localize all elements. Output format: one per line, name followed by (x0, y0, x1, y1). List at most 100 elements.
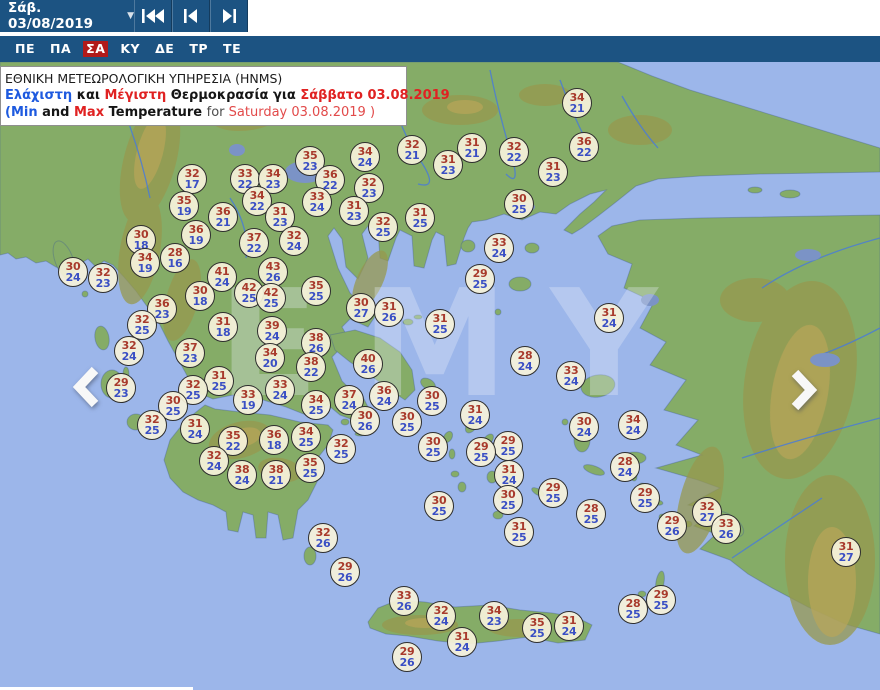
station-temperature-badge: 31 25 (425, 309, 455, 339)
min-temperature: 25 (425, 446, 441, 459)
station-temperature-badge: 30 24 (58, 257, 88, 287)
title-segment: Max (73, 105, 109, 120)
station-temperature-badge: 29 23 (106, 373, 136, 403)
min-temperature: 24 (214, 276, 230, 289)
min-temperature: 19 (137, 262, 153, 275)
station-temperature-badge: 37 22 (239, 228, 269, 258)
station-temperature-badge: 35 25 (301, 276, 331, 306)
station-temperature-badge: 31 25 (405, 203, 435, 233)
day-tab-ΠΑ[interactable]: ΠΑ (47, 41, 74, 58)
title-segment: και (76, 88, 105, 103)
station-temperature-badge: 31 24 (594, 303, 624, 333)
station-temperature-badge: 30 25 (417, 386, 447, 416)
min-temperature: 25 (472, 278, 488, 291)
station-temperature-badge: 30 18 (185, 281, 215, 311)
min-temperature: 24 (309, 201, 325, 214)
station-temperature-badge: 31 24 (447, 627, 477, 657)
min-temperature: 19 (188, 234, 204, 247)
station-temperature-badge: 32 24 (279, 226, 309, 256)
day-tab-ΚΥ[interactable]: ΚΥ (117, 41, 143, 58)
station-temperature-badge: 34 20 (255, 343, 285, 373)
dropdown-caret-icon: ▼ (127, 10, 134, 21)
step-forward-button[interactable] (210, 0, 248, 32)
min-temperature: 25 (500, 445, 516, 458)
min-temperature: 21 (404, 149, 420, 162)
station-temperature-badge: 33 26 (389, 586, 419, 616)
station-temperature-badge: 32 17 (177, 164, 207, 194)
min-temperature: 22 (576, 146, 592, 159)
title-segment: for (206, 105, 229, 120)
min-temperature: 23 (346, 210, 362, 223)
date-dropdown-button[interactable]: Σάβ. 03/08/2019 ▼ (0, 0, 134, 32)
min-temperature: 17 (184, 178, 200, 191)
day-tab-ΤΡ[interactable]: ΤΡ (186, 41, 211, 58)
min-temperature: 21 (268, 474, 284, 487)
station-temperature-badge: 38 24 (227, 460, 257, 490)
station-temperature-badge: 30 25 (418, 432, 448, 462)
day-tab-ΔΕ[interactable]: ΔΕ (152, 41, 177, 58)
title-segment: (Min (5, 105, 43, 120)
min-temperature: 24 (65, 271, 81, 284)
min-temperature: 25 (511, 203, 527, 216)
chevron-right-icon (791, 369, 818, 411)
min-temperature: 24 (272, 389, 288, 402)
min-temperature: 25 (302, 467, 318, 480)
min-temperature: 25 (432, 323, 448, 336)
station-temperature-badge: 32 26 (308, 523, 338, 553)
station-temperature-badge: 34 21 (562, 88, 592, 118)
station-temperature-badge: 36 24 (369, 381, 399, 411)
min-temperature: 24 (563, 375, 579, 388)
day-tab-ΠΕ[interactable]: ΠΕ (12, 41, 38, 58)
step-back-button[interactable] (172, 0, 210, 32)
min-temperature: 25 (653, 599, 669, 612)
title-info-box: ΕΘΝΙΚΗ ΜΕΤΕΩΡΟΛΟΓΙΚΗ ΥΠΗΡΕΣΙΑ (HNMS) Ελά… (0, 66, 450, 126)
station-temperature-badge: 32 23 (88, 263, 118, 293)
day-tab-ΣΑ[interactable]: ΣΑ (83, 40, 109, 58)
min-temperature: 20 (262, 357, 278, 370)
station-temperature-badge: 28 25 (618, 594, 648, 624)
min-temperature: 25 (134, 324, 150, 337)
previous-map-arrow[interactable] (70, 365, 104, 413)
min-temperature: 25 (511, 531, 527, 544)
min-temperature: 23 (182, 352, 198, 365)
min-temperature: 24 (617, 466, 633, 479)
min-temperature: 23 (486, 615, 502, 628)
min-temperature: 26 (360, 363, 376, 376)
station-temperature-badge: 29 25 (630, 483, 660, 513)
min-temperature: 27 (353, 307, 369, 320)
min-temperature: 24 (491, 247, 507, 260)
station-temperature-badge: 40 26 (353, 349, 383, 379)
station-temperature-badge: 31 26 (374, 297, 404, 327)
station-temperature-badge: 37 23 (175, 338, 205, 368)
station-temperature-badge: 42 25 (256, 283, 286, 313)
station-temperature-badge: 31 24 (180, 414, 210, 444)
next-map-arrow[interactable] (786, 368, 820, 416)
station-temperature-badge: 38 22 (296, 352, 326, 382)
station-temperature-badge: 32 24 (199, 446, 229, 476)
min-temperature: 24 (264, 330, 280, 343)
min-temperature: 25 (412, 217, 428, 230)
station-temperature-badge: 33 19 (233, 385, 263, 415)
day-tab-ΤΕ[interactable]: ΤΕ (220, 41, 244, 58)
station-temperature-badge: 31 23 (433, 150, 463, 180)
min-temperature: 24 (376, 395, 392, 408)
station-temperature-badge: 28 24 (610, 452, 640, 482)
min-temperature: 25 (333, 448, 349, 461)
station-temperature-badge: 30 26 (350, 406, 380, 436)
station-temperature-badge: 39 24 (257, 316, 287, 346)
title-segment: and (42, 105, 74, 120)
title-segment: Σάββατο 03.08.2019 (300, 88, 450, 103)
min-temperature: 21 (464, 147, 480, 160)
station-temperature-badge: 28 16 (160, 243, 190, 273)
min-temperature: 25 (500, 499, 516, 512)
station-temperature-badge: 28 25 (576, 499, 606, 529)
title-segment: Saturday 03.08.2019 ) (228, 105, 376, 120)
skip-to-first-button[interactable] (134, 0, 172, 32)
min-temperature: 24 (454, 641, 470, 654)
min-temperature: 27 (838, 551, 854, 564)
min-temperature: 25 (431, 505, 447, 518)
station-temperature-badge: 32 22 (499, 137, 529, 167)
station-temperature-badge: 35 25 (522, 613, 552, 643)
min-temperature: 22 (249, 200, 265, 213)
station-temperature-badge: 32 21 (397, 135, 427, 165)
